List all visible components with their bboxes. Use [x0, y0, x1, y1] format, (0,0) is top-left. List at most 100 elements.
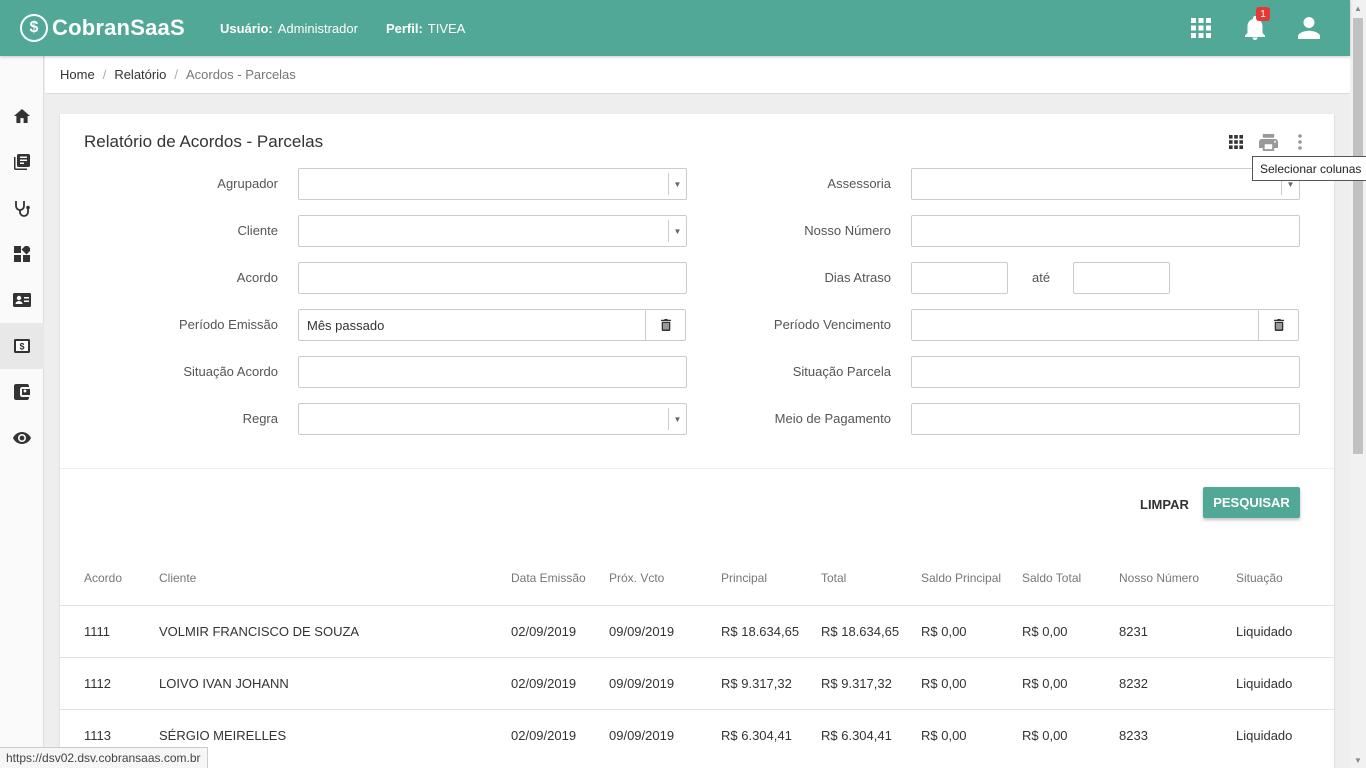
stethoscope-icon — [15, 200, 30, 217]
nosso-numero-input[interactable] — [911, 215, 1300, 247]
vertical-scrollbar[interactable]: ▲ ▼ — [1350, 0, 1366, 768]
table-row[interactable]: 1111 VOLMIR FRANCISCO DE SOUZA 02/09/201… — [60, 605, 1334, 657]
table-cell: R$ 0,00 — [1022, 728, 1068, 743]
breadcrumb: Home / Relatório / Acordos - Parcelas — [45, 56, 1350, 94]
search-button[interactable]: PESQUISAR — [1203, 487, 1300, 518]
assessoria-select[interactable]: ▼ — [911, 168, 1300, 200]
column-header[interactable]: Próx. Vcto — [609, 571, 664, 585]
table-cell: R$ 6.304,41 — [721, 728, 792, 743]
wallet-icon — [14, 384, 30, 400]
table-cell: R$ 0,00 — [921, 676, 967, 691]
breadcrumb-relatorio[interactable]: Relatório — [114, 67, 166, 82]
table-cell: R$ 0,00 — [1022, 676, 1068, 691]
table-cell: 1111 — [84, 624, 111, 639]
sidebar-item-book[interactable] — [0, 139, 44, 185]
sidebar-item-home[interactable] — [0, 93, 44, 139]
print-icon[interactable] — [1252, 130, 1284, 154]
meio-pagamento-input[interactable] — [911, 403, 1300, 435]
breadcrumb-home[interactable]: Home — [60, 67, 95, 82]
acordo-input[interactable] — [298, 262, 687, 294]
situacao-parcela-label: Situação Parcela — [792, 364, 891, 379]
contact-card-icon — [13, 293, 31, 307]
user-icon[interactable] — [1282, 0, 1336, 56]
column-header[interactable]: Cliente — [159, 571, 196, 585]
scroll-thumb[interactable] — [1353, 18, 1363, 454]
table-cell: 09/09/2019 — [609, 728, 675, 743]
column-header[interactable]: Acordo — [84, 571, 122, 585]
more-vert-icon[interactable] — [1284, 130, 1316, 154]
money-icon: $ — [14, 339, 30, 353]
book-icon — [14, 154, 30, 170]
trash-icon[interactable] — [1258, 310, 1298, 340]
sidebar-item-health[interactable] — [0, 185, 44, 231]
column-header[interactable]: Situação — [1236, 571, 1283, 585]
column-header[interactable]: Saldo Total — [1022, 571, 1081, 585]
clear-button[interactable]: LIMPAR — [1132, 489, 1197, 519]
dropdown-arrow-icon: ▼ — [668, 173, 686, 195]
sidebar-item-contacts[interactable] — [0, 277, 44, 323]
table-cell: R$ 0,00 — [921, 624, 967, 639]
trash-icon[interactable] — [645, 310, 685, 340]
sidebar-item-wallet[interactable] — [0, 369, 44, 415]
select-columns-icon[interactable] — [1220, 130, 1252, 154]
table-cell: LOIVO IVAN JOHANN — [159, 676, 289, 691]
dias-atraso-to-input[interactable] — [1073, 262, 1170, 294]
eye-icon — [13, 432, 31, 444]
situacao-parcela-input[interactable] — [911, 356, 1300, 388]
app-name: CobranSaaS — [52, 15, 185, 40]
scroll-up-icon[interactable]: ▲ — [1350, 0, 1366, 16]
sidebar: $ — [0, 56, 44, 768]
table-cell: 1112 — [84, 676, 111, 691]
notification-badge: 1 — [1256, 7, 1270, 21]
situacao-acordo-input[interactable] — [298, 356, 687, 388]
user-label: Usuário: — [220, 20, 273, 36]
table-cell: Liquidado — [1236, 676, 1293, 691]
column-header[interactable]: Data Emissão — [511, 571, 586, 585]
table-cell: R$ 18.634,65 — [821, 624, 900, 639]
sidebar-item-view[interactable] — [0, 415, 44, 461]
cliente-label: Cliente — [237, 223, 278, 238]
column-header[interactable]: Principal — [721, 571, 767, 585]
periodo-emissao-value: Mês passado — [307, 317, 385, 333]
assessoria-label: Assessoria — [827, 176, 891, 191]
column-header[interactable]: Saldo Principal — [921, 571, 1001, 585]
table-row[interactable]: 1113 SÉRGIO MEIRELLES 02/09/2019 09/09/2… — [60, 709, 1334, 761]
table-cell: R$ 9.317,32 — [721, 676, 792, 691]
logo-mark-icon: $ — [20, 14, 48, 42]
dias-atraso-from-input[interactable] — [911, 262, 1008, 294]
cliente-select[interactable]: ▼ — [298, 215, 687, 247]
table-cell: R$ 18.634,65 — [721, 624, 800, 639]
breadcrumb-current: Acordos - Parcelas — [185, 67, 296, 82]
user-value: Administrador — [277, 20, 358, 36]
home-icon — [14, 109, 30, 123]
periodo-vencimento-input[interactable] — [911, 309, 1299, 341]
table-cell: R$ 9.317,32 — [821, 676, 892, 691]
top-app-bar: $ CobranSaaS Usuário: Administrador Perf… — [0, 0, 1350, 56]
table-cell: Liquidado — [1236, 728, 1293, 743]
report-card: Relatório de Acordos - Parcelas Agrupado… — [60, 114, 1334, 768]
sidebar-item-dashboard[interactable] — [0, 231, 44, 277]
table-cell: R$ 0,00 — [921, 728, 967, 743]
table-cell: 02/09/2019 — [511, 728, 577, 743]
agrupador-select[interactable]: ▼ — [298, 168, 687, 200]
column-header[interactable]: Nosso Número — [1119, 571, 1199, 585]
divider — [60, 468, 1334, 469]
app-logo[interactable]: $ CobranSaaS — [20, 14, 220, 42]
apps-icon[interactable] — [1174, 0, 1228, 56]
regra-select[interactable]: ▼ — [298, 403, 687, 435]
table-cell: VOLMIR FRANCISCO DE SOUZA — [159, 624, 360, 639]
scroll-down-icon[interactable]: ▼ — [1350, 752, 1366, 768]
table-row[interactable]: 1112 LOIVO IVAN JOHANN 02/09/2019 09/09/… — [60, 657, 1334, 709]
tooltip: Selecionar colunas — [1252, 156, 1366, 181]
dropdown-arrow-icon: ▼ — [668, 220, 686, 242]
situacao-acordo-label: Situação Acordo — [183, 364, 278, 379]
svg-text:$: $ — [19, 342, 24, 352]
periodo-emissao-input[interactable]: Mês passado — [298, 309, 686, 341]
meio-pagamento-label: Meio de Pagamento — [774, 411, 891, 426]
table-cell: R$ 6.304,41 — [821, 728, 892, 743]
column-header[interactable]: Total — [821, 571, 846, 585]
bell-icon[interactable]: 1 — [1228, 0, 1282, 56]
sidebar-item-finance[interactable]: $ — [0, 323, 44, 369]
profile-value: TIVEA — [427, 20, 466, 36]
acordo-label: Acordo — [236, 270, 278, 285]
